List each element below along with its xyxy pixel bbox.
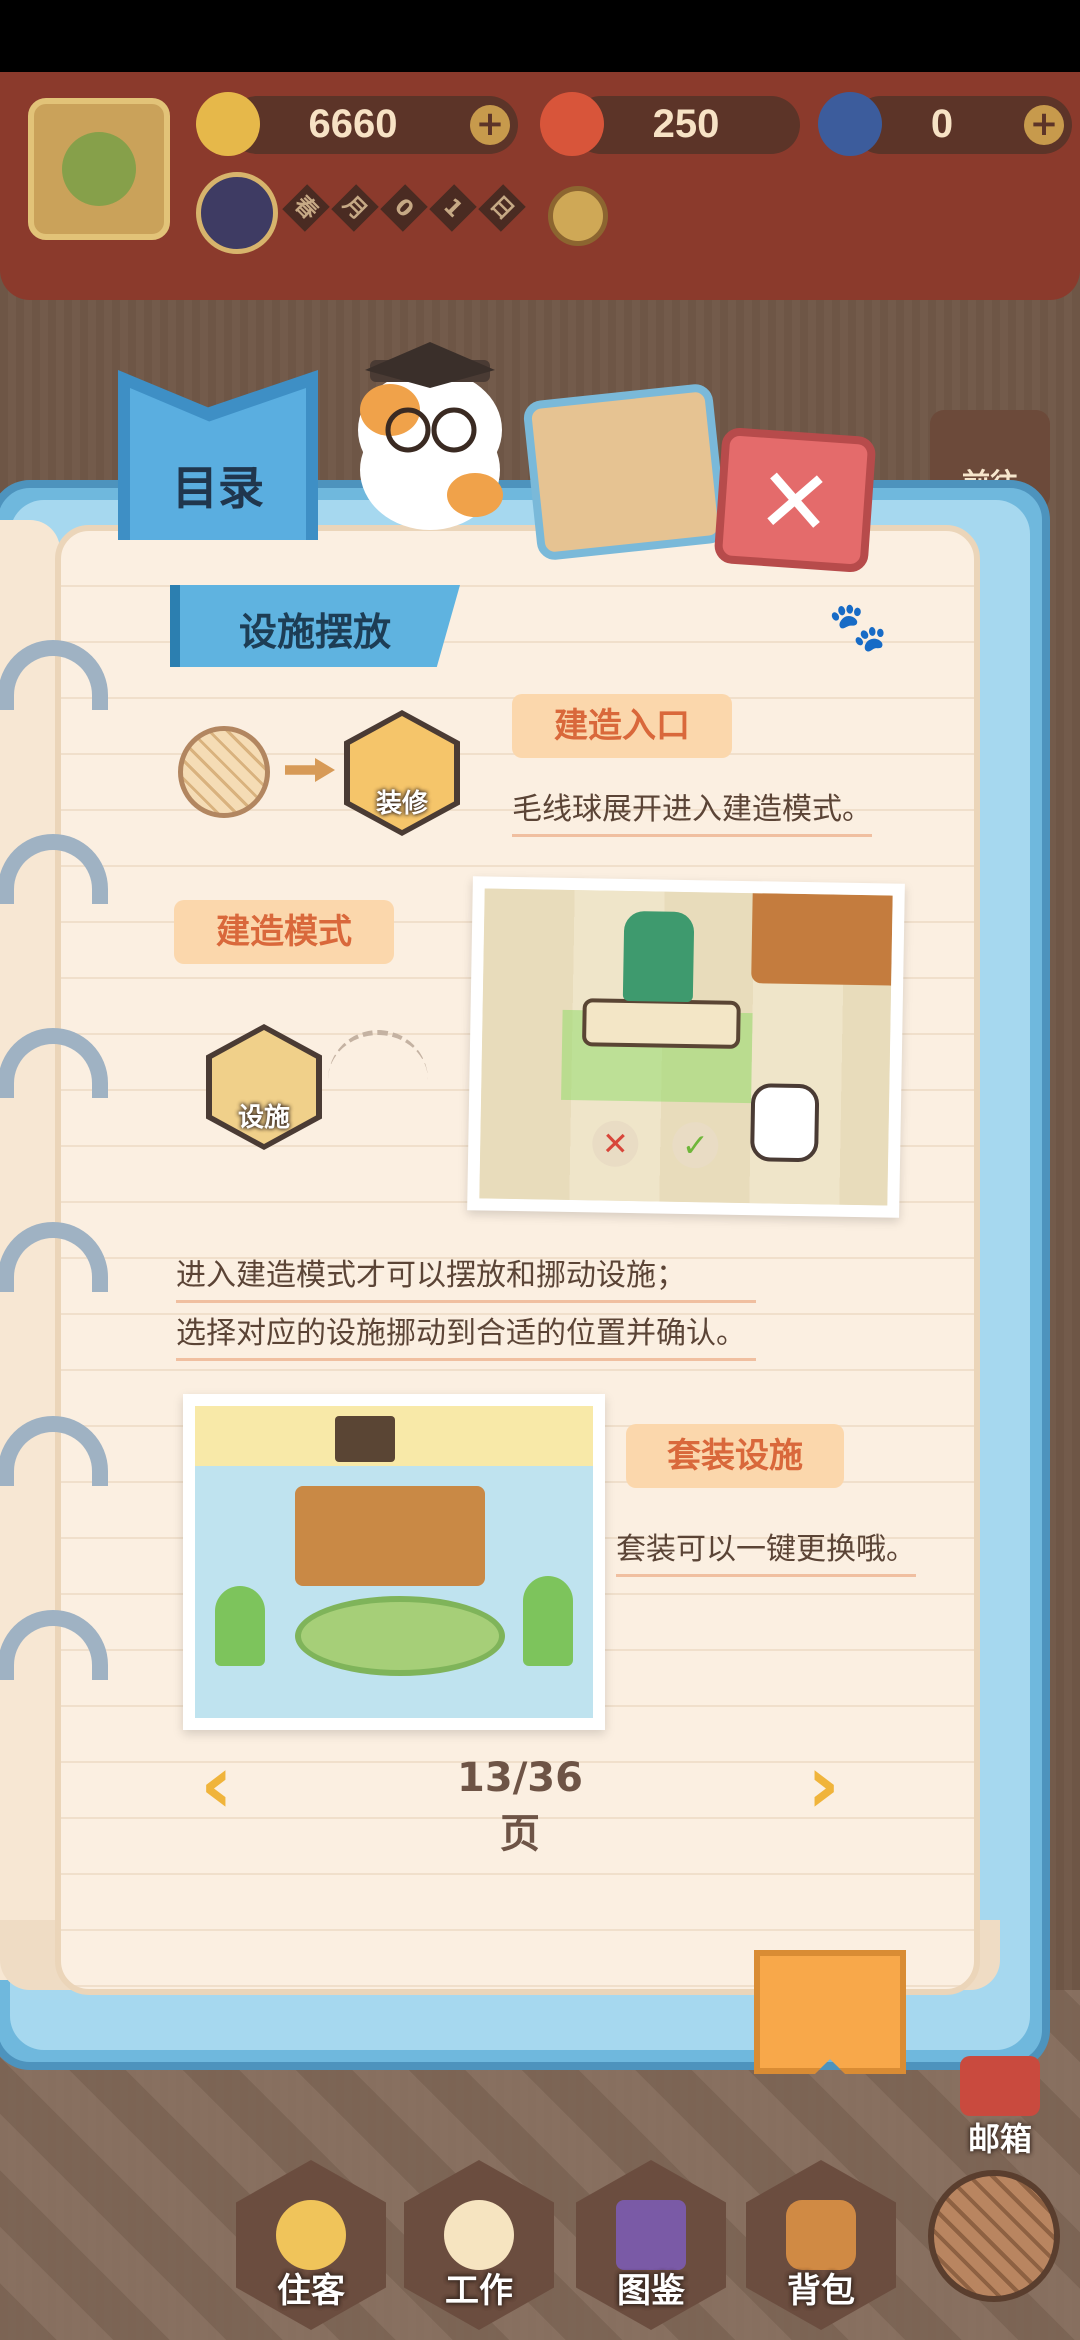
- mailbox-label: 邮箱: [967, 2120, 1032, 2158]
- build-mode-desc-1: 进入建造模式才可以摆放和挪动设施；: [176, 1250, 756, 1303]
- build-entry-pill: 建造入口: [512, 694, 732, 758]
- build-mode-desc-2: 选择对应的设施挪动到合适的位置并确认。: [176, 1308, 756, 1361]
- paw-icon: 🐾: [828, 599, 888, 655]
- add-blue-banana-button[interactable]: +: [1024, 105, 1064, 145]
- bench: [581, 998, 741, 1049]
- date-digit-1: 0: [380, 184, 428, 232]
- guide-book-icon: [616, 2200, 686, 2270]
- player-avatar[interactable]: [28, 98, 170, 240]
- page-indicator: 13/36页: [457, 1755, 583, 1857]
- clover-icon: [62, 132, 136, 206]
- section-title-ribbon: 设施摆放: [170, 585, 460, 667]
- backpack-icon: [786, 2200, 856, 2270]
- mailbox-icon: [960, 2056, 1040, 2116]
- bookmark-ribbon[interactable]: [754, 1950, 906, 2074]
- banana-count: 6660: [308, 102, 398, 146]
- set-facility-pill: 套装设施: [626, 1424, 844, 1488]
- build-entry-desc: 毛线球展开进入建造模式。: [512, 784, 872, 837]
- bush-icon: [523, 1576, 573, 1666]
- strawberry-rug: [295, 1596, 505, 1676]
- date-display: 春 月 0 1 日: [282, 184, 527, 242]
- note-card: [522, 382, 728, 562]
- work-cat-icon: [444, 2200, 514, 2270]
- tenant-icon: [276, 2200, 346, 2270]
- add-banana-button[interactable]: +: [470, 105, 510, 145]
- status-bar: [0, 0, 1080, 72]
- close-button[interactable]: ✕: [713, 426, 877, 574]
- moon-icon: [196, 172, 278, 254]
- bush-icon: [215, 1586, 265, 1666]
- build-mode-illustration: ✕ ✓: [467, 876, 905, 1218]
- prev-page-button[interactable]: ‹: [200, 1745, 260, 1825]
- pointer-hand-icon: [750, 1083, 820, 1163]
- horse-statue-icon: [622, 910, 695, 1003]
- wooden-table: [751, 893, 893, 986]
- next-page-button[interactable]: ›: [780, 1745, 840, 1825]
- build-mode-pill: 建造模式: [174, 900, 394, 964]
- date-month: 月: [331, 184, 379, 232]
- set-facility-desc: 套装可以一键更换哦。: [616, 1524, 916, 1577]
- date-digit-2: 1: [429, 184, 478, 232]
- curtain-scallop: [420, 240, 1080, 300]
- resource-banana: 6660 +: [228, 96, 518, 154]
- resource-chili: 250: [572, 96, 800, 154]
- resource-blue-banana: 0 +: [852, 96, 1072, 154]
- mailbox-button[interactable]: 邮箱: [920, 2050, 1080, 2160]
- chili-icon: [540, 92, 604, 156]
- section-title: 设施摆放: [238, 610, 391, 654]
- chili-count: 250: [652, 102, 720, 146]
- tv-icon: [335, 1416, 395, 1462]
- page-navigator: ‹ 13/36页 ›: [200, 1745, 840, 1858]
- sun-icon: [548, 186, 608, 246]
- banana-icon: [196, 92, 260, 156]
- yarn-ball-icon: [178, 726, 270, 818]
- cat-professor-mascot: [358, 342, 503, 530]
- date-season: 春: [282, 184, 330, 232]
- date-day: 日: [478, 184, 527, 232]
- blue-banana-icon: [818, 92, 882, 156]
- set-facility-illustration: [183, 1394, 605, 1730]
- close-icon: ✕: [753, 447, 837, 558]
- tab-catalog-label: 目录: [172, 461, 264, 515]
- build-mode-yarn-button[interactable]: [928, 2170, 1060, 2302]
- wooden-desk: [295, 1486, 485, 1586]
